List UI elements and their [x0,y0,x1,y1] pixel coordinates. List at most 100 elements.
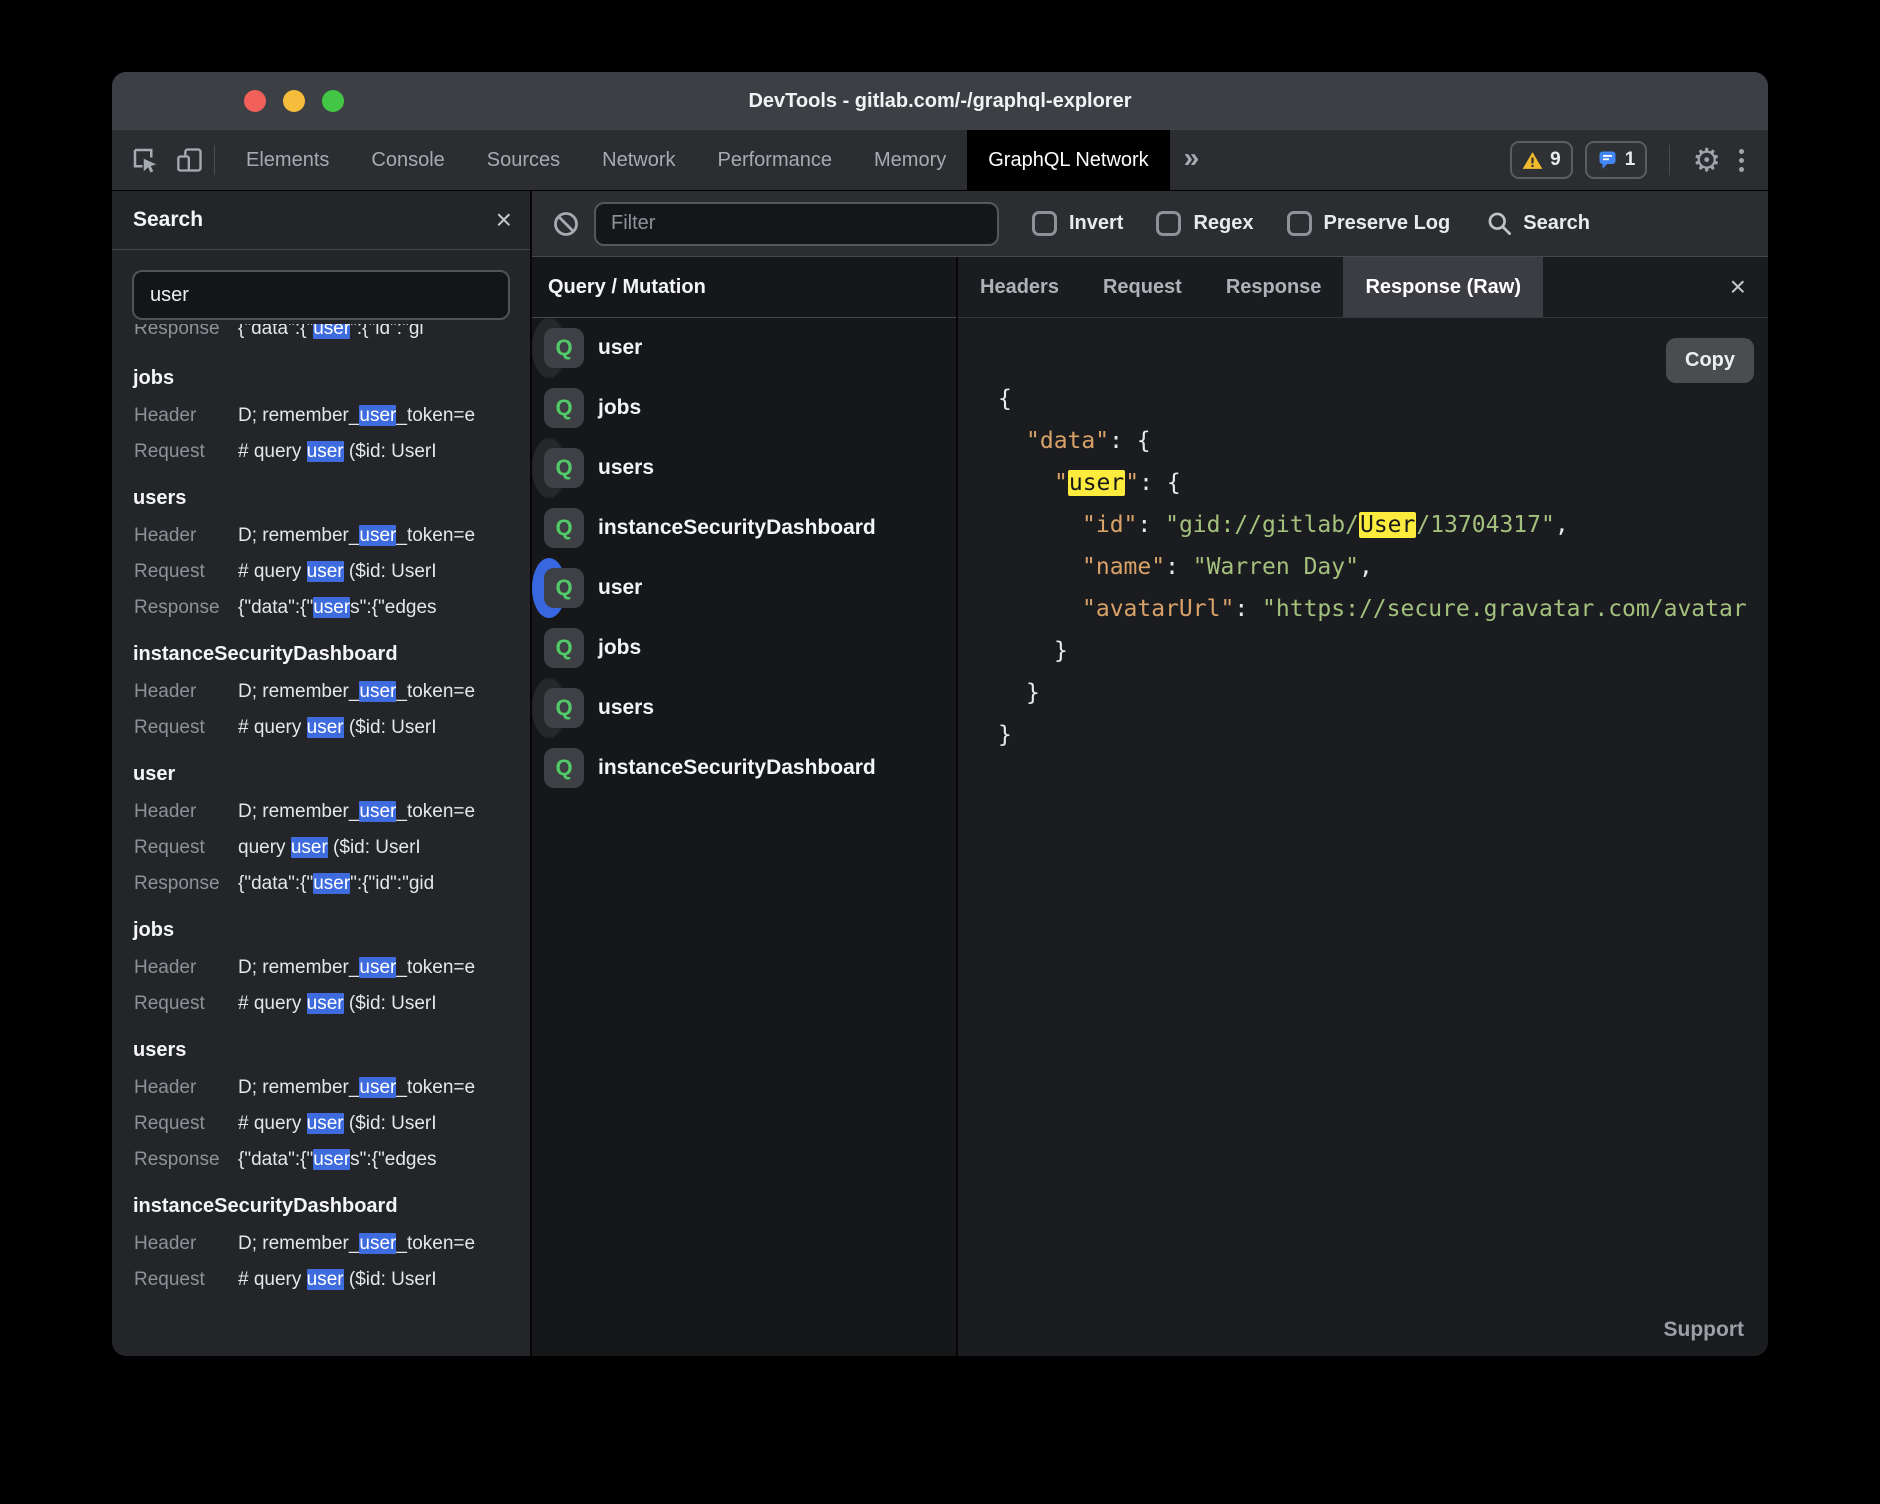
search-result-section-jobs[interactable]: jobsHeaderD; remember_user_token=eReques… [112,902,530,1022]
search-result-row-header[interactable]: HeaderD; remember_user_token=e [112,794,530,830]
tab-console[interactable]: Console [350,130,465,190]
checkbox-group-regex[interactable]: Regex [1156,211,1253,236]
response-tab-request[interactable]: Request [1081,257,1204,317]
search-match-highlight: user [307,561,344,582]
search-result-row-response[interactable]: Response{"data":{"users":{"edges [112,1142,530,1178]
search-result-section-users[interactable]: usersHeaderD; remember_user_token=eReque… [112,470,530,626]
search-result-section-instancesecuritydashboard[interactable]: instanceSecurityDashboardHeaderD; rememb… [112,626,530,746]
search-result-row-request[interactable]: Request# query user ($id: UserI [112,710,530,746]
tab-graphql-network[interactable]: GraphQL Network [967,130,1169,190]
search-result-row-header[interactable]: HeaderD; remember_user_token=e [112,1070,530,1106]
row-label: Response [134,1142,238,1178]
minimize-window-button[interactable] [283,90,305,112]
query-item-label: instanceSecurityDashboard [598,516,876,540]
tab-memory[interactable]: Memory [853,130,967,190]
close-window-button[interactable] [244,90,266,112]
search-label: Search [1523,212,1590,235]
search-input[interactable] [132,270,510,320]
search-result-row-header[interactable]: HeaderD; remember_user_token=e [112,674,530,710]
search-result-section-user[interactable]: userHeaderD; remember_user_token=eReques… [112,746,530,902]
support-link[interactable]: Support [1664,1318,1744,1342]
response-tab-response[interactable]: Response [1204,257,1344,317]
json-line: "data": { [958,420,1768,462]
query-item-user[interactable]: Quser [532,558,566,618]
search-result-row-response[interactable]: Response{"data":{"user":{"id":"gid [112,866,530,902]
zoom-window-button[interactable] [322,90,344,112]
search-result-row-request[interactable]: Request# query user ($id: UserI [112,1262,530,1298]
row-value: # query user ($id: UserI [238,1262,437,1298]
query-item-label: jobs [598,636,641,660]
filter-input[interactable] [594,202,999,246]
row-value: # query user ($id: UserI [238,554,437,590]
row-value: D; remember_user_token=e [238,1070,475,1106]
settings-gear-icon[interactable]: ⚙ [1692,130,1721,190]
tab-elements[interactable]: Elements [225,130,350,190]
close-response-panel-icon[interactable]: × [1730,273,1768,301]
search-result-row-header[interactable]: HeaderD; remember_user_token=e [112,518,530,554]
search-match-highlight: user [359,1233,396,1254]
response-panel: HeadersRequestResponseResponse (Raw) × {… [958,257,1768,1356]
row-label: Header [134,794,238,830]
json-line: "avatarUrl": "https://secure.gravatar.co… [958,588,1768,630]
query-item-instancesecuritydashboard[interactable]: QinstanceSecurityDashboard [532,498,956,558]
search-result-row-response[interactable]: Response{"data":{"users":{"edges [112,590,530,626]
preserve-log-checkbox[interactable] [1287,211,1312,236]
query-item-user[interactable]: Quser [532,318,566,378]
search-result-section-jobs[interactable]: jobsHeaderD; remember_user_token=eReques… [112,350,530,470]
row-value: # query user ($id: UserI [238,986,437,1022]
query-item-instancesecuritydashboard[interactable]: QinstanceSecurityDashboard [532,738,956,798]
row-value: D; remember_user_token=e [238,518,475,554]
close-search-panel-icon[interactable]: × [496,206,512,234]
traffic-lights [244,72,344,130]
messages-badge[interactable]: 1 [1585,141,1648,179]
title-bar: DevTools - gitlab.com/-/graphql-explorer [112,72,1768,130]
kebab-menu-icon[interactable] [1733,149,1750,172]
device-toolbar-icon[interactable] [176,146,204,174]
tab-network[interactable]: Network [581,130,696,190]
search-match-highlight: user [313,873,350,894]
search-result-row-header[interactable]: HeaderD; remember_user_token=e [112,950,530,986]
query-item-users[interactable]: Qusers [532,678,566,738]
row-value: {"data":{"users":{"edges [238,1142,437,1178]
invert-checkbox[interactable] [1032,211,1057,236]
search-result-row-request[interactable]: Request# query user ($id: UserI [112,986,530,1022]
toolbar-icons [112,130,204,190]
row-label: Response [134,590,238,626]
json-token: " [1125,470,1139,496]
search-result-section-users[interactable]: usersHeaderD; remember_user_token=eReque… [112,1022,530,1178]
query-item-users[interactable]: Qusers [532,438,566,498]
query-item-jobs[interactable]: Qjobs [532,378,956,438]
section-title: user [112,754,530,794]
search-match-highlight: user [313,597,350,618]
search-result-section-instancesecuritydashboard[interactable]: instanceSecurityDashboardHeaderD; rememb… [112,1178,530,1298]
search-result-row-request[interactable]: Requestquery user ($id: UserI [112,830,530,866]
tab-performance[interactable]: Performance [697,130,854,190]
clear-log-icon[interactable] [552,210,580,238]
search-result-row-request[interactable]: Request# query user ($id: UserI [112,1106,530,1142]
more-tabs-chevron[interactable]: » [1170,130,1214,190]
search-result-row-header[interactable]: HeaderD; remember_user_token=e [112,1226,530,1262]
inspect-element-icon[interactable] [130,145,160,175]
response-tab-response-raw[interactable]: Response (Raw) [1343,257,1543,317]
checkbox-group-invert[interactable]: Invert [1032,211,1123,236]
regex-checkbox[interactable] [1156,211,1181,236]
search-match-highlight: user [313,1149,350,1170]
search-result-row-request[interactable]: Request# query user ($id: UserI [112,554,530,590]
network-search-control[interactable]: Search [1486,210,1590,237]
warnings-badge[interactable]: 9 [1510,141,1573,179]
section-title: jobs [112,358,530,398]
search-result-row-request[interactable]: Request# query user ($id: UserI [112,434,530,470]
query-item-jobs[interactable]: Qjobs [532,618,956,678]
row-label: Request [134,986,238,1022]
search-panel-header: Search × [112,191,530,250]
search-result-row-response[interactable]: Response{"data":{"user":{"id":"gi [112,324,530,347]
json-token: "data" [1026,428,1109,454]
checkbox-group-preserve-log[interactable]: Preserve Log [1287,211,1451,236]
clipped-search-result-row[interactable]: Response{"data":{"user":{"id":"gi [112,324,530,350]
copy-button[interactable]: Copy [1666,338,1754,383]
search-result-row-header[interactable]: HeaderD; remember_user_token=e [112,398,530,434]
response-tab-headers[interactable]: Headers [958,257,1081,317]
json-token: "gid://gitlab/ [1165,512,1359,538]
tab-sources[interactable]: Sources [466,130,581,190]
row-value: D; remember_user_token=e [238,1226,475,1262]
